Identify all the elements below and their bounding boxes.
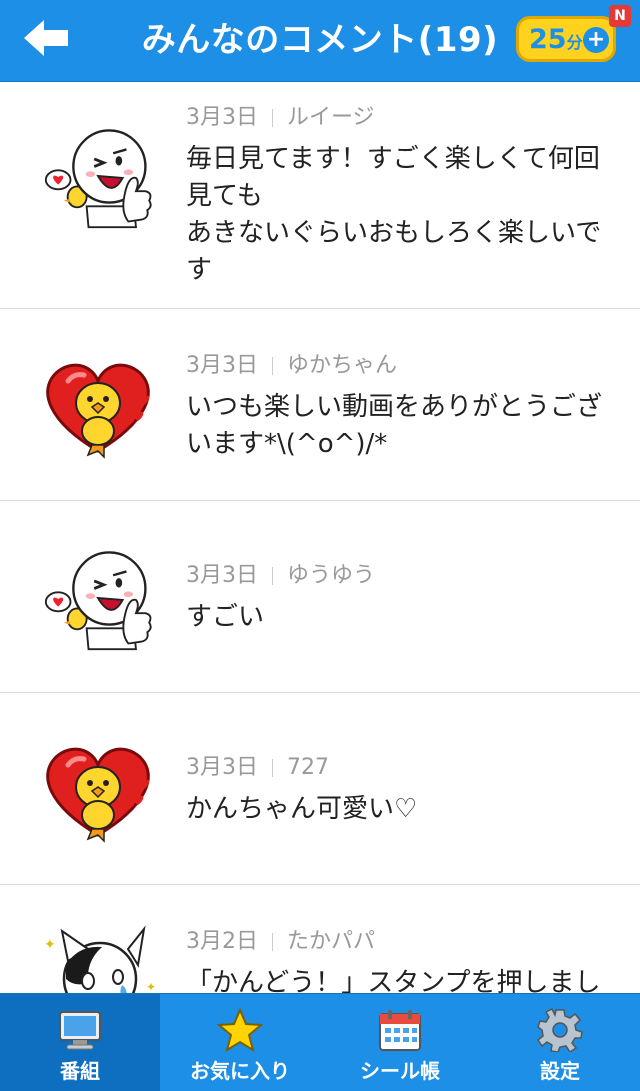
- comment-meta: 3月3日 ゆかちゃん: [186, 351, 397, 381]
- points-value: 25分: [529, 24, 583, 55]
- jessica-cat-crying-sticker-icon: [42, 927, 158, 993]
- comment-date: 3月3日: [186, 353, 258, 378]
- tab-label: シール帳: [360, 1059, 440, 1083]
- sally-heart-sticker-icon: [38, 735, 158, 845]
- calendar-icon: [379, 1010, 421, 1051]
- comment-item: 3月2日 たかパパ 「かんどう！」スタンプを押しまし: [0, 885, 640, 993]
- tab-label: 設定: [540, 1059, 580, 1083]
- comment-date: 3月2日: [186, 929, 258, 954]
- comment-author: ゆうゆう: [287, 563, 376, 588]
- comment-meta: 3月3日 ルイージ: [186, 103, 375, 133]
- comment-list[interactable]: 3月3日 ルイージ 毎日見てます！すごく楽しくて何回見ても あきないぐらいおもしろ…: [0, 83, 640, 993]
- comment-item: 3月3日 727 かんちゃん可愛い♡: [0, 693, 640, 885]
- plus-icon: +: [583, 27, 609, 53]
- tab-settings[interactable]: 設定: [480, 994, 640, 1091]
- moon-thumbs-up-sticker-icon: [44, 551, 153, 651]
- comment-author: 727: [287, 755, 329, 780]
- comment-text: 「かんどう！」スタンプを押しまし: [186, 968, 601, 993]
- comment-item: 3月3日 ゆかちゃん いつも楽しい動画をありがとうございます*\(^o^)/*: [0, 309, 640, 501]
- tab-bar: 番組 お気に入り シール帳 設定: [0, 993, 640, 1091]
- tv-icon: [59, 1011, 101, 1050]
- comment-date: 3月3日: [186, 563, 258, 588]
- star-icon: [217, 1008, 263, 1052]
- comment-text: かんちゃん可愛い♡: [186, 794, 418, 824]
- sally-heart-sticker-icon: [38, 351, 158, 461]
- comment-item: 3月3日 ルイージ 毎日見てます！すごく楽しくて何回見ても あきないぐらいおもしろ…: [0, 83, 640, 309]
- comment-text: すごい: [186, 602, 265, 632]
- tab-label: 番組: [60, 1059, 100, 1083]
- comment-author: ゆかちゃん: [287, 353, 398, 378]
- tab-sticker-book[interactable]: シール帳: [320, 994, 480, 1091]
- moon-thumbs-up-sticker-icon: [44, 129, 153, 229]
- comment-item: 3月3日 ゆうゆう すごい: [0, 501, 640, 693]
- points-badge[interactable]: 25分 +: [516, 16, 616, 62]
- comment-date: 3月3日: [186, 105, 258, 130]
- comment-author: ルイージ: [287, 105, 375, 130]
- comment-meta: 3月3日 727: [186, 753, 329, 783]
- comment-author: たかパパ: [287, 929, 376, 954]
- comment-text: いつも楽しい動画をありがとうございます*\(^o^)/*: [186, 392, 603, 459]
- comment-meta: 3月2日 たかパパ: [186, 927, 375, 957]
- gear-icon: [537, 1008, 583, 1052]
- app-header: みんなのコメント(19) 25分 + N: [0, 0, 640, 82]
- comment-date: 3月3日: [186, 755, 258, 780]
- comment-meta: 3月3日 ゆうゆう: [186, 561, 375, 591]
- tab-programs[interactable]: 番組: [0, 994, 160, 1091]
- new-badge: N: [609, 5, 631, 27]
- comment-text: 毎日見てます！すごく楽しくて何回見ても あきないぐらいおもしろく楽しいです: [186, 144, 602, 285]
- tab-favorites[interactable]: お気に入り: [160, 994, 320, 1091]
- tab-label: お気に入り: [190, 1059, 290, 1083]
